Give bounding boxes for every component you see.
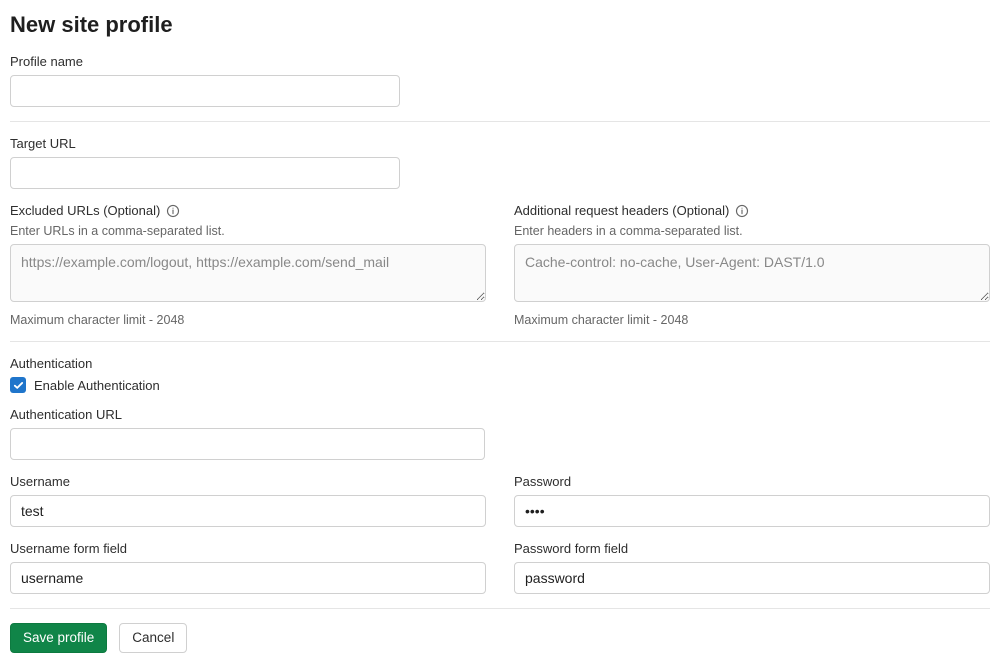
auth-url-input[interactable] <box>10 428 485 460</box>
divider <box>10 121 990 122</box>
username-input[interactable] <box>10 495 486 527</box>
excluded-urls-sublabel: Enter URLs in a comma-separated list. <box>10 224 486 238</box>
target-url-label: Target URL <box>10 136 990 151</box>
username-label: Username <box>10 474 486 489</box>
additional-headers-label: Additional request headers (Optional) <box>514 203 729 218</box>
password-input[interactable] <box>514 495 990 527</box>
excluded-urls-help: Maximum character limit - 2048 <box>10 313 486 327</box>
additional-headers-input[interactable] <box>514 244 990 302</box>
page-title: New site profile <box>10 12 990 38</box>
profile-name-label: Profile name <box>10 54 990 69</box>
info-icon <box>166 204 180 218</box>
additional-headers-help: Maximum character limit - 2048 <box>514 313 990 327</box>
username-form-field-label: Username form field <box>10 541 486 556</box>
divider <box>10 608 990 609</box>
excluded-urls-label: Excluded URLs (Optional) <box>10 203 160 218</box>
save-button[interactable]: Save profile <box>10 623 107 653</box>
target-url-input[interactable] <box>10 157 400 189</box>
password-form-field-input[interactable] <box>514 562 990 594</box>
additional-headers-sublabel: Enter headers in a comma-separated list. <box>514 224 990 238</box>
excluded-urls-input[interactable] <box>10 244 486 302</box>
username-form-field-input[interactable] <box>10 562 486 594</box>
enable-auth-label: Enable Authentication <box>34 378 160 393</box>
profile-name-input[interactable] <box>10 75 400 107</box>
cancel-button[interactable]: Cancel <box>119 623 187 653</box>
password-label: Password <box>514 474 990 489</box>
auth-heading: Authentication <box>10 356 990 371</box>
password-form-field-label: Password form field <box>514 541 990 556</box>
auth-url-label: Authentication URL <box>10 407 990 422</box>
info-icon <box>735 204 749 218</box>
enable-auth-checkbox[interactable] <box>10 377 26 393</box>
divider <box>10 341 990 342</box>
